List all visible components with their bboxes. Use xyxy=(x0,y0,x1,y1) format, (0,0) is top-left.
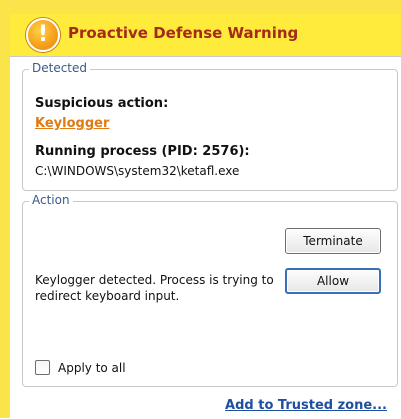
action-legend: Action xyxy=(29,193,73,207)
suspicious-action-label: Suspicious action: xyxy=(35,96,169,111)
detected-group: Detected Suspicious action: Keylogger Ru… xyxy=(22,61,398,191)
terminate-button[interactable]: Terminate xyxy=(285,228,381,254)
action-group: Action Terminate Keylogger detected. Pro… xyxy=(22,193,398,387)
warning-icon: ! xyxy=(26,18,60,52)
terminate-button-label: Terminate xyxy=(303,234,363,248)
suspicious-action-link[interactable]: Keylogger xyxy=(35,116,109,131)
apply-to-all-row[interactable]: Apply to all xyxy=(35,360,126,375)
action-description: Keylogger detected. Process is trying to… xyxy=(35,273,274,303)
apply-to-all-label: Apply to all xyxy=(58,360,126,375)
warning-window: ! Proactive Defense Warning Detected Sus… xyxy=(0,0,401,419)
detected-legend: Detected xyxy=(29,61,91,75)
apply-to-all-checkbox[interactable] xyxy=(35,360,50,375)
allow-button-label: Allow xyxy=(316,274,350,288)
add-to-trusted-zone-link[interactable]: Add to Trusted zone... xyxy=(225,398,387,413)
allow-button[interactable]: Allow xyxy=(285,268,381,294)
running-process-label: Running process (PID: 2576): xyxy=(35,144,250,159)
window-title: Proactive Defense Warning xyxy=(68,24,299,42)
process-path: C:\WINDOWS\system32\ketafl.exe xyxy=(35,164,240,178)
content-panel: Detected Suspicious action: Keylogger Ru… xyxy=(10,56,401,419)
